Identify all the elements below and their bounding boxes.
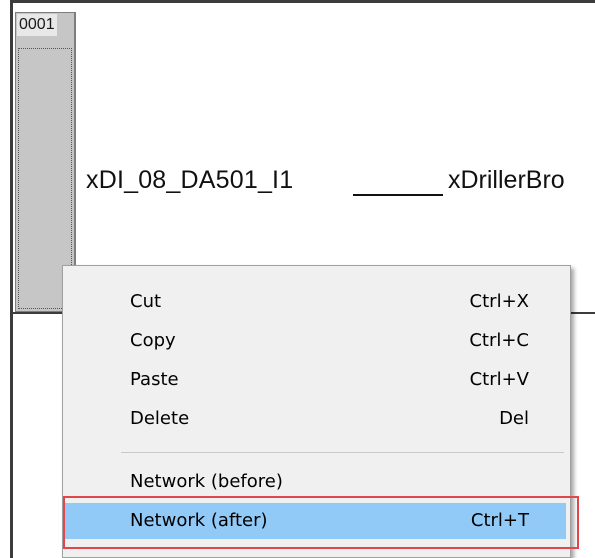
network-number: 0001 bbox=[17, 14, 57, 36]
menu-separator bbox=[121, 452, 564, 453]
menu-item-label: Delete bbox=[130, 408, 190, 429]
menu-item-shortcut: Del bbox=[499, 408, 529, 429]
coil-variable-label[interactable]: xDrillerBro bbox=[448, 166, 595, 195]
menu-item-label: Copy bbox=[130, 330, 176, 351]
menu-item-network-before[interactable]: Network (before) bbox=[64, 464, 566, 500]
menu-item-copy[interactable]: Copy Ctrl+C bbox=[64, 323, 566, 359]
menu-item-shortcut: Ctrl+X bbox=[469, 291, 529, 312]
ladder-wire bbox=[353, 194, 443, 196]
contact-variable-label[interactable]: xDI_08_DA501_I1 bbox=[86, 166, 293, 195]
menu-item-shortcut: Ctrl+C bbox=[469, 330, 529, 351]
menu-item-cut[interactable]: Cut Ctrl+X bbox=[64, 284, 566, 320]
menu-item-delete[interactable]: Delete Del bbox=[64, 401, 566, 437]
annotation-highlight-box bbox=[63, 496, 579, 549]
menu-item-paste[interactable]: Paste Ctrl+V bbox=[64, 362, 566, 398]
menu-item-label: Paste bbox=[130, 369, 179, 390]
menu-item-label: Network (before) bbox=[130, 471, 283, 492]
menu-item-shortcut: Ctrl+V bbox=[469, 369, 529, 390]
menu-item-label: Cut bbox=[130, 291, 162, 312]
